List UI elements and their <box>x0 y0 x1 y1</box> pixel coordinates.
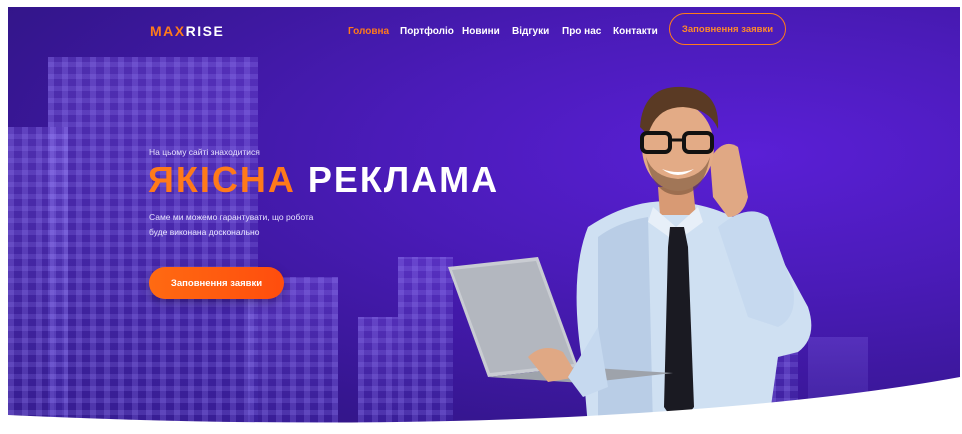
nav-item-home[interactable]: Головна <box>348 26 389 37</box>
nav-item-reviews[interactable]: Відгуки <box>512 26 549 37</box>
page-frame: MAXRISE Головна Портфоліо Новини Відгуки… <box>0 0 962 434</box>
headline-accent: ЯКІСНА <box>148 159 296 200</box>
logo-part-rise: RISE <box>185 23 225 39</box>
nav-item-about[interactable]: Про нас <box>562 26 601 37</box>
nav-item-news[interactable]: Новини <box>462 26 500 37</box>
bottom-wave <box>8 377 960 427</box>
hero-eyebrow: На цьому сайті знаходитися <box>149 147 260 157</box>
top-nav: MAXRISE Головна Портфоліо Новини Відгуки… <box>8 7 960 53</box>
hero-apply-button[interactable]: Заповнення заявки <box>149 267 284 299</box>
description-line-2: буде виконана досконально <box>149 227 260 237</box>
nav-item-portfolio[interactable]: Портфоліо <box>400 26 454 37</box>
hero-section: MAXRISE Головна Портфоліо Новини Відгуки… <box>8 7 960 427</box>
logo[interactable]: MAXRISE <box>150 23 224 39</box>
nav-item-contacts[interactable]: Контакти <box>613 26 658 37</box>
description-line-1: Саме ми можемо гарантувати, що робота <box>149 212 314 222</box>
hero-headline: ЯКІСНА РЕКЛАМА <box>148 159 499 201</box>
nav-apply-button[interactable]: Заповнення заявки <box>669 13 786 45</box>
logo-part-max: MAX <box>150 23 186 39</box>
hero-description: Саме ми можемо гарантувати, що робота бу… <box>149 210 349 240</box>
